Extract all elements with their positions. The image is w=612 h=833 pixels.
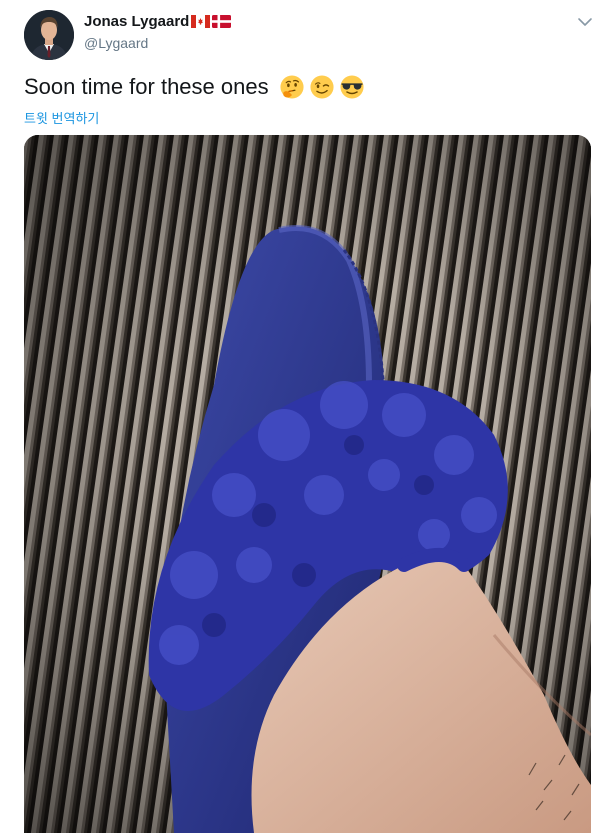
denmark-flag-icon: [212, 15, 231, 28]
chevron-down-icon: [578, 18, 592, 26]
translate-tweet-link[interactable]: 트윗 번역하기: [24, 108, 99, 127]
thinking-face-icon: [280, 75, 304, 99]
sunglasses-face-icon: [340, 75, 364, 99]
author-avatar[interactable]: [24, 10, 74, 60]
tweet-card: Jonas Lygaard @Lygaard Soon time for the…: [0, 0, 612, 833]
tweet-text: Soon time for these ones: [24, 74, 269, 99]
author-flags: [191, 15, 231, 28]
author-handle[interactable]: @Lygaard: [84, 35, 148, 51]
blue-fur-slipper-photo: [24, 135, 591, 833]
tweet-menu-button[interactable]: [575, 12, 595, 32]
avatar-image: [24, 10, 74, 60]
canada-flag-icon: [191, 15, 210, 28]
author-display-name[interactable]: Jonas Lygaard: [84, 13, 189, 30]
tweet-text-row: Soon time for these ones: [24, 74, 365, 100]
tweet-photo[interactable]: [24, 135, 591, 833]
winking-face-icon: [310, 75, 334, 99]
